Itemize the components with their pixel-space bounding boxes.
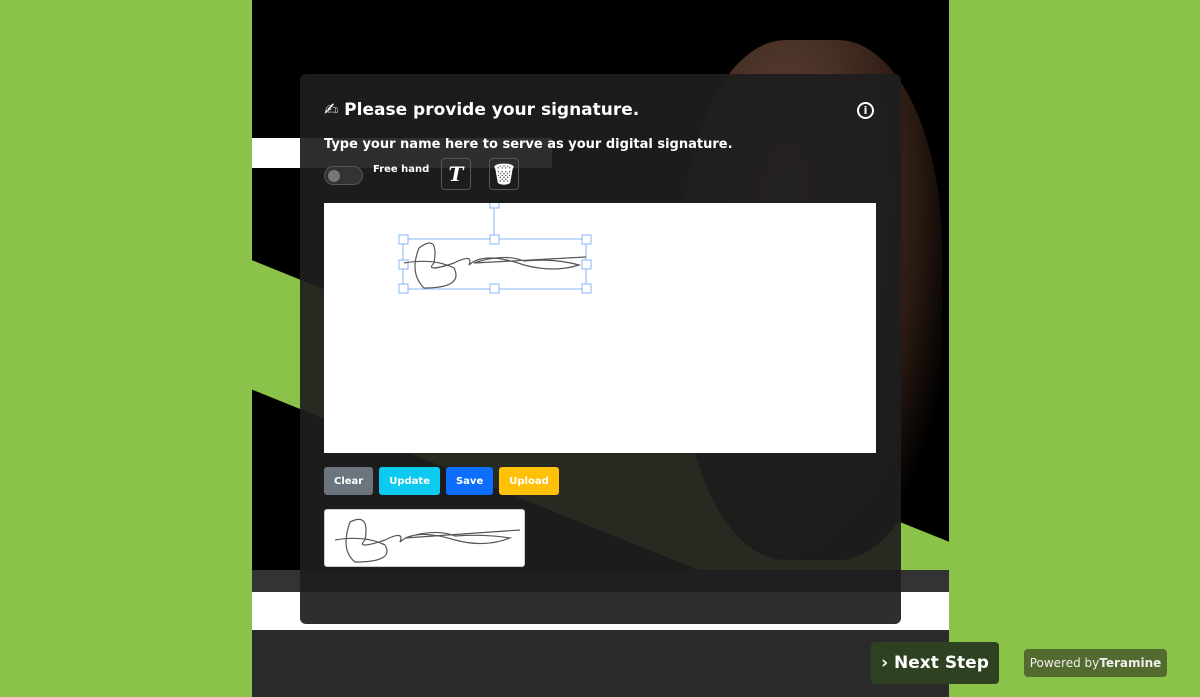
signature-drawing [398,198,592,294]
freehand-toggle[interactable] [324,166,363,185]
signature-modal: ✍ Please provide your signature. i Type … [300,74,901,624]
chevron-right-icon: › [881,653,895,673]
clear-button[interactable]: Clear [324,467,374,495]
save-button[interactable]: Save [445,467,494,495]
freehand-label: Free hand [373,164,430,175]
signature-icon: ✍ [324,100,345,120]
modal-subtitle: Type your name here to serve as your dig… [324,137,733,152]
signature-preview [324,509,525,567]
update-button[interactable]: Update [379,467,440,495]
delete-button[interactable]: 🗑 [489,158,519,190]
next-step-button[interactable]: › Next Step [871,642,999,684]
text-icon: T [448,162,464,186]
powered-by-badge[interactable]: Powered byTeramine [1024,649,1167,677]
info-icon[interactable]: i [857,102,874,119]
trash-icon: 🗑 [491,162,517,186]
signature-canvas[interactable] [324,198,876,453]
modal-title: ✍ Please provide your signature. [324,100,640,120]
text-tool-button[interactable]: T [441,158,471,190]
upload-button[interactable]: Upload [499,467,559,495]
